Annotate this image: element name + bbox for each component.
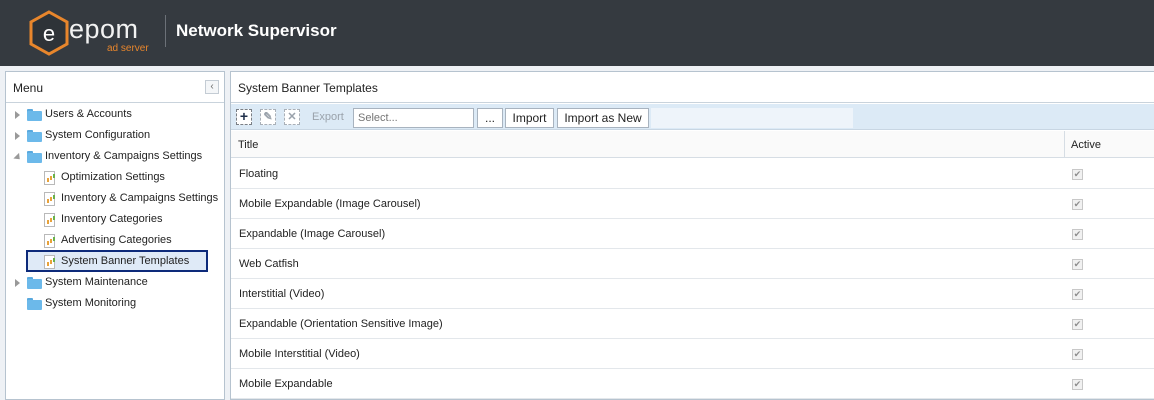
template-title: Expandable (Orientation Sensitive Image): [239, 318, 443, 330]
template-title: Expandable (Image Carousel): [239, 228, 386, 240]
expand-arrow-icon[interactable]: [15, 279, 20, 287]
file-select[interactable]: [353, 108, 474, 128]
tree-item-advertising-categories[interactable]: Advertising Categories: [6, 231, 224, 252]
top-bar: e epom ad server Network Supervisor: [0, 0, 1154, 66]
table-row[interactable]: Floating ✔: [231, 159, 1154, 189]
file-select-input[interactable]: [354, 109, 473, 127]
delete-icon[interactable]: ✕: [284, 109, 300, 125]
active-checkbox: ✔: [1072, 319, 1083, 330]
expand-arrow-icon[interactable]: [15, 132, 20, 140]
active-checkbox: ✔: [1072, 229, 1083, 240]
tree-item-label: Inventory & Campaigns Settings: [61, 192, 219, 204]
table-row[interactable]: Expandable (Image Carousel) ✔: [231, 219, 1154, 249]
template-title: Mobile Expandable: [239, 378, 333, 390]
collapse-menu-button[interactable]: ‹: [205, 80, 219, 94]
template-title: Web Catfish: [239, 258, 299, 270]
logo-letter: e: [43, 21, 55, 46]
table-row[interactable]: Mobile Expandable ✔: [231, 369, 1154, 399]
toolbar-spacer: [651, 108, 853, 128]
report-page-icon: [44, 171, 55, 185]
folder-open-icon: [27, 151, 42, 163]
tree-item-label: System Configuration: [45, 129, 151, 141]
table-row[interactable]: Expandable (Orientation Sensitive Image)…: [231, 309, 1154, 339]
menu-title: Menu: [13, 81, 44, 95]
active-checkbox: ✔: [1072, 169, 1083, 180]
panel-title: System Banner Templates: [238, 81, 378, 95]
folder-icon: [27, 109, 42, 121]
menu-panel: Menu ‹ Users & Accounts System Configura…: [5, 71, 225, 400]
column-separator[interactable]: [1064, 131, 1065, 158]
grid-header: Title Active: [231, 131, 1154, 158]
brand-subtitle: ad server: [107, 43, 149, 54]
browse-button[interactable]: ...: [477, 108, 503, 128]
active-checkbox: ✔: [1072, 289, 1083, 300]
hexagon-logo-icon: e: [29, 10, 69, 56]
folder-icon: [27, 130, 42, 142]
tree-item-label: System Banner Templates: [61, 255, 190, 267]
add-icon[interactable]: +: [236, 109, 252, 125]
banner-templates-panel: System Banner Templates + ✎ ✕ Export ...…: [230, 71, 1154, 400]
tree-item-system-monitoring[interactable]: System Monitoring: [6, 294, 224, 315]
report-page-icon: [44, 234, 55, 248]
import-button[interactable]: Import: [505, 108, 554, 128]
tree-item-users-accounts[interactable]: Users & Accounts: [6, 105, 224, 126]
folder-icon: [27, 298, 42, 310]
active-checkbox: ✔: [1072, 379, 1083, 390]
template-title: Mobile Interstitial (Video): [239, 348, 360, 360]
report-page-icon: [44, 192, 55, 206]
collapse-arrow-icon[interactable]: [13, 152, 23, 163]
active-checkbox: ✔: [1072, 349, 1083, 360]
active-checkbox: ✔: [1072, 199, 1083, 210]
tree-item-system-banner-templates[interactable]: System Banner Templates: [6, 252, 224, 273]
tree-item-label: Inventory & Campaigns Settings: [45, 150, 203, 162]
menu-header: Menu ‹: [6, 72, 224, 103]
tree-item-label: Advertising Categories: [61, 234, 172, 246]
tree-item-label: System Monitoring: [45, 297, 137, 309]
tree-item-inventory-campaigns-settings-page[interactable]: Inventory & Campaigns Settings: [6, 189, 224, 210]
epom-logo[interactable]: e epom ad server: [28, 10, 178, 56]
expand-arrow-icon[interactable]: [15, 111, 20, 119]
table-row[interactable]: Mobile Expandable (Image Carousel) ✔: [231, 189, 1154, 219]
table-row[interactable]: Mobile Interstitial (Video) ✔: [231, 339, 1154, 369]
folder-icon: [27, 277, 42, 289]
tree-item-label: Optimization Settings: [61, 171, 165, 183]
column-header-title[interactable]: Title: [238, 139, 258, 151]
app-title: Network Supervisor: [176, 21, 337, 40]
edit-icon[interactable]: ✎: [260, 109, 276, 125]
template-title: Interstitial (Video): [239, 288, 325, 300]
tree-item-label: Inventory Categories: [61, 213, 163, 225]
report-page-icon: [44, 255, 55, 269]
tree-item-system-configuration[interactable]: System Configuration: [6, 126, 224, 147]
tree-item-system-maintenance[interactable]: System Maintenance: [6, 273, 224, 294]
active-checkbox: ✔: [1072, 259, 1083, 270]
template-title: Mobile Expandable (Image Carousel): [239, 198, 421, 210]
tree-item-inventory-categories[interactable]: Inventory Categories: [6, 210, 224, 231]
toolbar: + ✎ ✕ Export ... Import Import as New: [231, 104, 1154, 130]
brand-name: epom: [69, 14, 139, 44]
import-as-new-button[interactable]: Import as New: [557, 108, 649, 128]
column-header-active[interactable]: Active: [1071, 139, 1101, 151]
table-row[interactable]: Interstitial (Video) ✔: [231, 279, 1154, 309]
tree-item-inventory-campaigns-settings[interactable]: Inventory & Campaigns Settings: [6, 147, 224, 168]
export-button[interactable]: Export: [312, 111, 344, 123]
tree-item-optimization-settings[interactable]: Optimization Settings: [6, 168, 224, 189]
tree-item-label: System Maintenance: [45, 276, 148, 288]
header-divider: [165, 15, 166, 47]
report-page-icon: [44, 213, 55, 227]
template-title: Floating: [239, 168, 279, 180]
panel-header: System Banner Templates: [231, 72, 1154, 103]
tree-item-label: Users & Accounts: [45, 108, 132, 120]
table-row[interactable]: Web Catfish ✔: [231, 249, 1154, 279]
